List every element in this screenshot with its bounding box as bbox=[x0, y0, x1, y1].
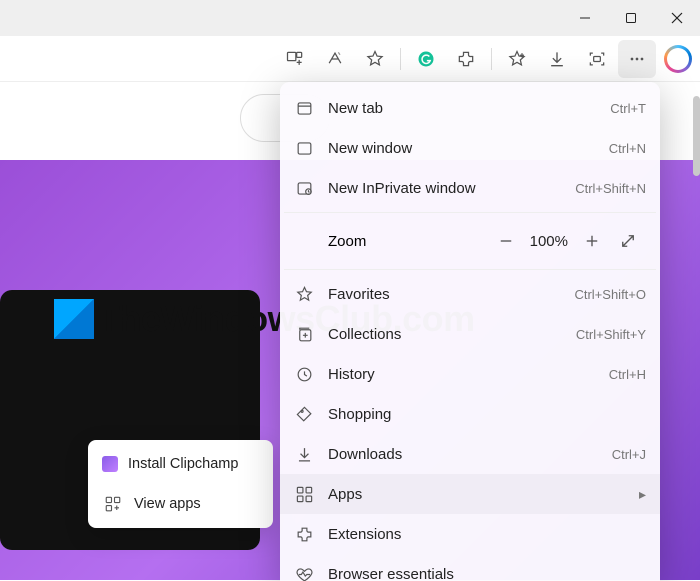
install-clipchamp-item[interactable]: Install Clipchamp bbox=[92, 444, 269, 484]
menu-label: New InPrivate window bbox=[328, 180, 575, 197]
favorites-icon[interactable] bbox=[498, 40, 536, 78]
menu-label: Extensions bbox=[328, 526, 646, 543]
menu-shortcut: Ctrl+N bbox=[609, 141, 646, 156]
app-install-icon[interactable] bbox=[276, 40, 314, 78]
menu-label: New tab bbox=[328, 100, 610, 117]
menu-favorites[interactable]: Favorites Ctrl+Shift+O bbox=[280, 274, 660, 314]
zoom-value: 100% bbox=[530, 233, 568, 250]
menu-downloads[interactable]: Downloads Ctrl+J bbox=[280, 434, 660, 474]
zoom-out-button[interactable] bbox=[488, 223, 524, 259]
heart-pulse-icon bbox=[294, 565, 314, 581]
zoom-in-button[interactable] bbox=[574, 223, 610, 259]
watermark-logo-icon bbox=[54, 299, 94, 339]
menu-label: Browser essentials bbox=[328, 566, 646, 581]
menu-label: Shopping bbox=[328, 406, 646, 423]
window-titlebar bbox=[0, 0, 700, 36]
extensions-icon[interactable] bbox=[447, 40, 485, 78]
menu-label: Collections bbox=[328, 326, 576, 343]
menu-separator bbox=[284, 212, 656, 213]
browser-toolbar bbox=[0, 36, 700, 82]
downloads-icon[interactable] bbox=[538, 40, 576, 78]
inprivate-icon bbox=[294, 179, 314, 198]
menu-shortcut: Ctrl+Shift+Y bbox=[576, 327, 646, 342]
puzzle-icon bbox=[294, 525, 314, 544]
shopping-icon bbox=[294, 405, 314, 424]
favorite-star-icon[interactable] bbox=[356, 40, 394, 78]
menu-shortcut: Ctrl+T bbox=[610, 101, 646, 116]
read-aloud-icon[interactable] bbox=[316, 40, 354, 78]
toolbar-divider bbox=[491, 48, 492, 70]
maximize-button[interactable] bbox=[608, 0, 654, 36]
history-icon bbox=[294, 365, 314, 384]
menu-essentials[interactable]: Browser essentials bbox=[280, 554, 660, 581]
star-icon bbox=[294, 285, 314, 304]
menu-extensions[interactable]: Extensions bbox=[280, 514, 660, 554]
menu-label: Apps bbox=[328, 486, 639, 503]
menu-shortcut: Ctrl+Shift+N bbox=[575, 181, 646, 196]
window-icon bbox=[294, 139, 314, 158]
menu-shortcut: Ctrl+H bbox=[609, 367, 646, 382]
more-menu-button[interactable] bbox=[618, 40, 656, 78]
menu-label: New window bbox=[328, 140, 609, 157]
menu-shortcut: Ctrl+Shift+O bbox=[574, 287, 646, 302]
menu-inprivate[interactable]: New InPrivate window Ctrl+Shift+N bbox=[280, 168, 660, 208]
toolbar-divider bbox=[400, 48, 401, 70]
collections-icon bbox=[294, 325, 314, 344]
menu-collections[interactable]: Collections Ctrl+Shift+Y bbox=[280, 314, 660, 354]
new-tab-icon bbox=[294, 99, 314, 118]
copilot-icon[interactable] bbox=[664, 45, 692, 73]
grammarly-icon[interactable] bbox=[407, 40, 445, 78]
apps-submenu: Install Clipchamp View apps bbox=[88, 440, 273, 528]
menu-label: Favorites bbox=[328, 286, 574, 303]
chevron-right-icon: ▸ bbox=[639, 486, 646, 503]
screenshot-icon[interactable] bbox=[578, 40, 616, 78]
download-icon bbox=[294, 445, 314, 464]
view-apps-label: View apps bbox=[134, 496, 201, 512]
fullscreen-button[interactable] bbox=[610, 223, 646, 259]
menu-history[interactable]: History Ctrl+H bbox=[280, 354, 660, 394]
menu-shortcut: Ctrl+J bbox=[612, 447, 646, 462]
zoom-label: Zoom bbox=[328, 233, 488, 250]
menu-apps[interactable]: Apps ▸ bbox=[280, 474, 660, 514]
menu-label: History bbox=[328, 366, 609, 383]
menu-new-window[interactable]: New window Ctrl+N bbox=[280, 128, 660, 168]
scrollbar[interactable] bbox=[693, 96, 700, 176]
menu-zoom-row: Zoom 100% bbox=[280, 217, 660, 265]
menu-new-tab[interactable]: New tab Ctrl+T bbox=[280, 88, 660, 128]
menu-label: Downloads bbox=[328, 446, 612, 463]
minimize-button[interactable] bbox=[562, 0, 608, 36]
menu-separator bbox=[284, 269, 656, 270]
apps-grid-icon bbox=[102, 495, 124, 513]
install-label: Install Clipchamp bbox=[128, 456, 238, 472]
apps-icon bbox=[294, 485, 314, 504]
settings-menu: New tab Ctrl+T New window Ctrl+N New InP… bbox=[280, 82, 660, 581]
menu-shopping[interactable]: Shopping bbox=[280, 394, 660, 434]
clipchamp-icon bbox=[102, 456, 118, 472]
view-apps-item[interactable]: View apps bbox=[92, 484, 269, 524]
close-button[interactable] bbox=[654, 0, 700, 36]
